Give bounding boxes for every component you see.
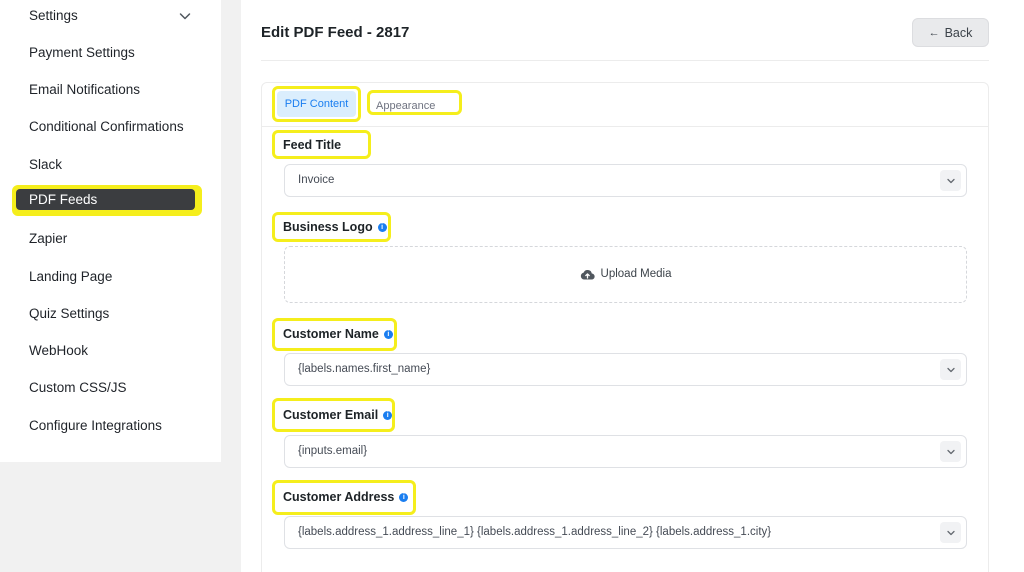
business-logo-upload-area[interactable]: Upload Media [284, 246, 967, 303]
customer-address-label: Customer Address i [283, 490, 409, 504]
sidebar-item-label: Payment Settings [29, 45, 135, 60]
customer-name-select[interactable]: {labels.names.first_name} [284, 353, 967, 386]
sidebar-item-conditional-confirmations[interactable]: Conditional Confirmations [29, 117, 184, 137]
settings-sidebar: Settings Payment Settings Email Notifica… [0, 0, 221, 462]
arrow-left-icon: ← [928, 26, 940, 39]
field-label-text: Feed Title [283, 138, 342, 152]
field-label-text: Customer Address [283, 490, 395, 504]
tab-label: Appearance [376, 100, 436, 112]
info-icon[interactable]: i [377, 222, 387, 232]
sidebar-item-custom-css-js[interactable]: Custom CSS/JS [29, 378, 127, 398]
sidebar-item-pdf-feeds[interactable]: PDF Feeds [16, 189, 195, 210]
select-value: {labels.names.first_name} [298, 363, 431, 375]
sidebar-item-email-notifications[interactable]: Email Notifications [29, 80, 140, 100]
title-divider [261, 60, 989, 61]
tab-pdf-content[interactable]: PDF Content [272, 86, 361, 122]
tab-label: PDF Content [277, 91, 356, 117]
upload-media-button[interactable]: Upload Media [285, 268, 966, 280]
business-logo-label: Business Logo i [283, 220, 387, 234]
sidebar-item-label: WebHook [29, 343, 89, 358]
customer-email-select[interactable]: {inputs.email} [284, 435, 967, 468]
sidebar-item-label: PDF Feeds [29, 192, 98, 207]
field-label-text: Customer Name [283, 327, 379, 341]
tabs-divider [262, 126, 988, 127]
sidebar-item-landing-page[interactable]: Landing Page [29, 267, 112, 287]
field-label-text: Customer Email [283, 408, 379, 422]
upload-media-label: Upload Media [600, 268, 672, 280]
sidebar-item-highlight: PDF Feeds [12, 185, 202, 216]
sidebar-item-label: Landing Page [29, 269, 113, 284]
chevron-down-icon [940, 170, 961, 191]
sidebar-item-label: Conditional Confirmations [29, 119, 184, 134]
select-value: Invoice [298, 174, 335, 186]
customer-email-label: Customer Email i [283, 408, 393, 422]
info-icon[interactable]: i [383, 329, 393, 339]
sidebar-item-label: Settings [29, 8, 78, 23]
chevron-down-icon [179, 13, 191, 20]
back-button[interactable]: ← Back [912, 18, 989, 47]
chevron-down-icon [940, 522, 961, 543]
sidebar-item-zapier[interactable]: Zapier [29, 229, 67, 249]
info-icon[interactable]: i [383, 410, 393, 420]
customer-address-select[interactable]: {labels.address_1.address_line_1} {label… [284, 516, 967, 549]
sidebar-item-settings[interactable]: Settings [29, 6, 191, 26]
sidebar-item-label: Custom CSS/JS [29, 380, 127, 395]
feed-title-label: Feed Title [283, 138, 341, 152]
sidebar-item-label: Configure Integrations [29, 418, 162, 433]
page-title: Edit PDF Feed - 2817 [261, 24, 410, 41]
select-value: {labels.address_1.address_line_1} {label… [298, 526, 772, 538]
back-button-label: Back [944, 25, 973, 40]
sidebar-item-webhook[interactable]: WebHook [29, 341, 88, 361]
field-label-text: Business Logo [283, 220, 373, 234]
sidebar-item-label: Zapier [29, 231, 68, 246]
sidebar-item-quiz-settings[interactable]: Quiz Settings [29, 304, 109, 324]
sidebar-item-slack[interactable]: Slack [29, 155, 62, 175]
tab-appearance[interactable]: Appearance [367, 90, 462, 115]
sidebar-item-label: Slack [29, 157, 63, 172]
sidebar-item-label: Quiz Settings [29, 306, 110, 321]
sidebar-item-configure-integrations[interactable]: Configure Integrations [29, 416, 162, 436]
info-icon[interactable]: i [399, 492, 409, 502]
chevron-down-icon [940, 441, 961, 462]
sidebar-item-label: Email Notifications [29, 82, 141, 97]
chevron-down-icon [940, 359, 961, 380]
customer-name-label: Customer Name i [283, 327, 393, 341]
pdf-feed-form: PDF Content Appearance Feed Title Invoic… [261, 82, 989, 572]
feed-title-select[interactable]: Invoice [284, 164, 967, 197]
main-panel: Edit PDF Feed - 2817 ← Back PDF Content … [241, 0, 1024, 572]
select-value: {inputs.email} [298, 445, 368, 457]
cloud-upload-icon [580, 269, 595, 280]
sidebar-item-payment-settings[interactable]: Payment Settings [29, 43, 135, 63]
